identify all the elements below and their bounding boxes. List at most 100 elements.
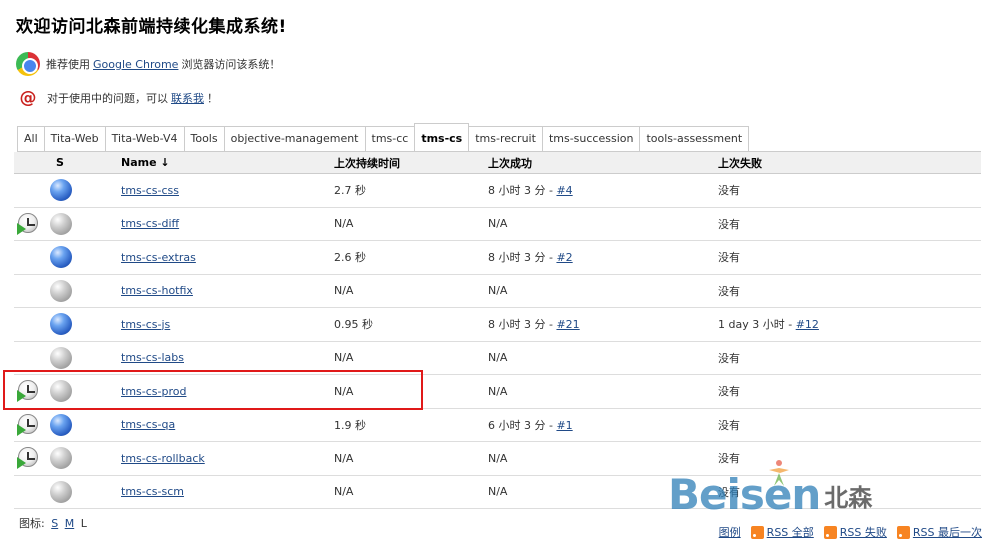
- last-success: N/A: [488, 452, 507, 465]
- status-ball-icon: [50, 212, 72, 235]
- tab-tita-web-v4[interactable]: Tita-Web-V4: [104, 126, 185, 151]
- rss-icon: [896, 525, 910, 539]
- table-row: tms-cs-qa 1.9 秒 6 小时 3 分 - #1 没有: [14, 409, 981, 442]
- tab-objective-management[interactable]: objective-management: [223, 126, 366, 151]
- last-success-text: N/A: [488, 351, 508, 365]
- last-success-text: N/A: [488, 384, 508, 398]
- last-success-build-link[interactable]: #2: [556, 251, 572, 264]
- browser-recommendation: 推荐使用 Google Chrome 浏览器访问该系统！: [16, 52, 280, 76]
- beisen-watermark-logo: Beisen 北森: [668, 460, 873, 519]
- last-success-text: N/A: [488, 485, 508, 499]
- header-last-failure[interactable]: 上次失败: [718, 155, 762, 171]
- view-tabs: All Tita-Web Tita-Web-V4 Tools objective-man…: [17, 123, 750, 154]
- chrome-icon: [16, 52, 40, 76]
- last-failure-build-link[interactable]: #12: [796, 318, 819, 331]
- table-row: tms-cs-diff N/A N/A 没有: [14, 208, 981, 241]
- last-duration: 2.6 秒: [334, 251, 366, 265]
- header-status[interactable]: S: [56, 156, 64, 169]
- last-success: N/A: [488, 351, 507, 364]
- tab-tms-cs[interactable]: tms-cs: [414, 123, 470, 151]
- job-name-link[interactable]: tms-cs-js: [121, 318, 170, 331]
- last-duration: N/A: [334, 351, 354, 365]
- last-failure-text: 没有: [718, 385, 740, 399]
- status-ball-icon: [50, 179, 72, 201]
- header-duration[interactable]: 上次持续时间: [334, 155, 400, 171]
- job-name-link[interactable]: tms-cs-labs: [121, 351, 184, 364]
- status-ball-icon: [50, 480, 72, 503]
- last-success-text: 8 小时 3 分 -: [488, 184, 557, 198]
- last-success: 8 小时 3 分 - #4: [488, 182, 573, 198]
- last-failure: 没有: [718, 350, 740, 366]
- tab-tms-succession[interactable]: tms-succession: [541, 126, 641, 151]
- last-duration: N/A: [334, 217, 354, 231]
- job-name-link[interactable]: tms-cs-scm: [121, 485, 184, 498]
- last-success-build-link[interactable]: #21: [556, 318, 579, 331]
- tab-tita-web[interactable]: Tita-Web: [43, 126, 106, 151]
- tab-tms-recruit[interactable]: tms-recruit: [468, 126, 543, 151]
- tab-tools[interactable]: Tools: [183, 126, 225, 151]
- header-name[interactable]: Name ↓: [121, 156, 170, 169]
- last-failure: 没有: [718, 182, 740, 198]
- job-name-link[interactable]: tms-cs-hotfix: [121, 284, 193, 297]
- watermark-brand-cn: 北森: [824, 484, 873, 512]
- last-failure-text: 没有: [718, 251, 740, 265]
- job-name-link[interactable]: tms-cs-qa: [121, 418, 175, 431]
- table-row: tms-cs-css 2.7 秒 8 小时 3 分 - #4 没有: [14, 174, 981, 208]
- job-name-link[interactable]: tms-cs-extras: [121, 251, 196, 264]
- size-l-current: L: [80, 517, 87, 530]
- size-s-link[interactable]: S: [51, 517, 58, 530]
- last-failure-text: 1 day 3 小时 -: [718, 318, 796, 332]
- schedule-build-icon[interactable]: [17, 212, 38, 235]
- schedule-build-icon[interactable]: [17, 413, 38, 436]
- last-failure: 没有: [718, 383, 740, 399]
- last-failure: 没有: [718, 283, 740, 299]
- rss-latest-link[interactable]: RSS 最后一次: [913, 524, 982, 540]
- table-row: tms-cs-js 0.95 秒 8 小时 3 分 - #21 1 day 3 小时 …: [14, 308, 981, 342]
- jobs-table: S Name ↓ 上次持续时间 上次成功 上次失败 tms-cs-css 2.7 …: [14, 152, 981, 509]
- last-success-build-link[interactable]: #4: [556, 184, 572, 197]
- recommend-prefix: 推荐使用: [46, 58, 90, 71]
- last-duration: N/A: [334, 485, 354, 499]
- last-duration: N/A: [334, 451, 354, 465]
- page-title: 欢迎访问北森前端持续化集成系统!: [16, 17, 287, 37]
- job-name-link[interactable]: tms-cs-rollback: [121, 452, 205, 465]
- watermark-brand: Beisen: [668, 470, 821, 519]
- legend-link[interactable]: 图例: [719, 524, 741, 540]
- last-failure: 没有: [718, 417, 740, 433]
- tab-all[interactable]: All: [17, 126, 45, 151]
- last-success-build-link[interactable]: #1: [556, 419, 572, 432]
- last-failure-text: 没有: [718, 351, 740, 365]
- last-success: 8 小时 3 分 - #2: [488, 249, 573, 265]
- last-success-text: N/A: [488, 451, 508, 465]
- last-failure: 没有: [718, 249, 740, 265]
- last-success-text: N/A: [488, 217, 508, 231]
- last-success-text: N/A: [488, 284, 508, 298]
- contact-link[interactable]: 联系我: [171, 90, 204, 106]
- header-last-success[interactable]: 上次成功: [488, 155, 532, 171]
- last-duration: 2.7 秒: [334, 184, 366, 198]
- last-duration: N/A: [334, 284, 354, 298]
- tab-tools-assessment[interactable]: tools-assessment: [639, 126, 750, 151]
- last-failure-text: 没有: [718, 284, 740, 298]
- last-success-text: 8 小时 3 分 -: [488, 251, 557, 265]
- status-ball-icon: [50, 413, 72, 436]
- tab-tms-cc[interactable]: tms-cc: [364, 126, 416, 151]
- job-name-link[interactable]: tms-cs-diff: [121, 217, 179, 230]
- table-row: tms-cs-hotfix N/A N/A 没有: [14, 275, 981, 308]
- last-failure-text: 没有: [718, 452, 740, 466]
- schedule-build-icon[interactable]: [17, 447, 38, 469]
- rss-all-link[interactable]: RSS 全部: [767, 524, 814, 540]
- at-icon: @: [19, 88, 37, 108]
- contact-prefix: 对于使用中的问题，可以: [47, 92, 168, 105]
- beisen-logo-icon: [769, 460, 789, 486]
- last-success-text: 8 小时 3 分 -: [488, 318, 557, 332]
- rss-icon: [750, 525, 764, 539]
- job-name-link[interactable]: tms-cs-css: [121, 184, 179, 197]
- chrome-link[interactable]: Google Chrome: [93, 58, 178, 71]
- last-failure-text: 没有: [718, 418, 740, 432]
- status-ball-icon: [50, 279, 72, 302]
- last-success: N/A: [488, 217, 507, 230]
- contact-line: @ 对于使用中的问题，可以 联系我 ！: [16, 88, 219, 108]
- rss-failed-link[interactable]: RSS 失败: [840, 524, 887, 540]
- size-m-link[interactable]: M: [65, 517, 75, 530]
